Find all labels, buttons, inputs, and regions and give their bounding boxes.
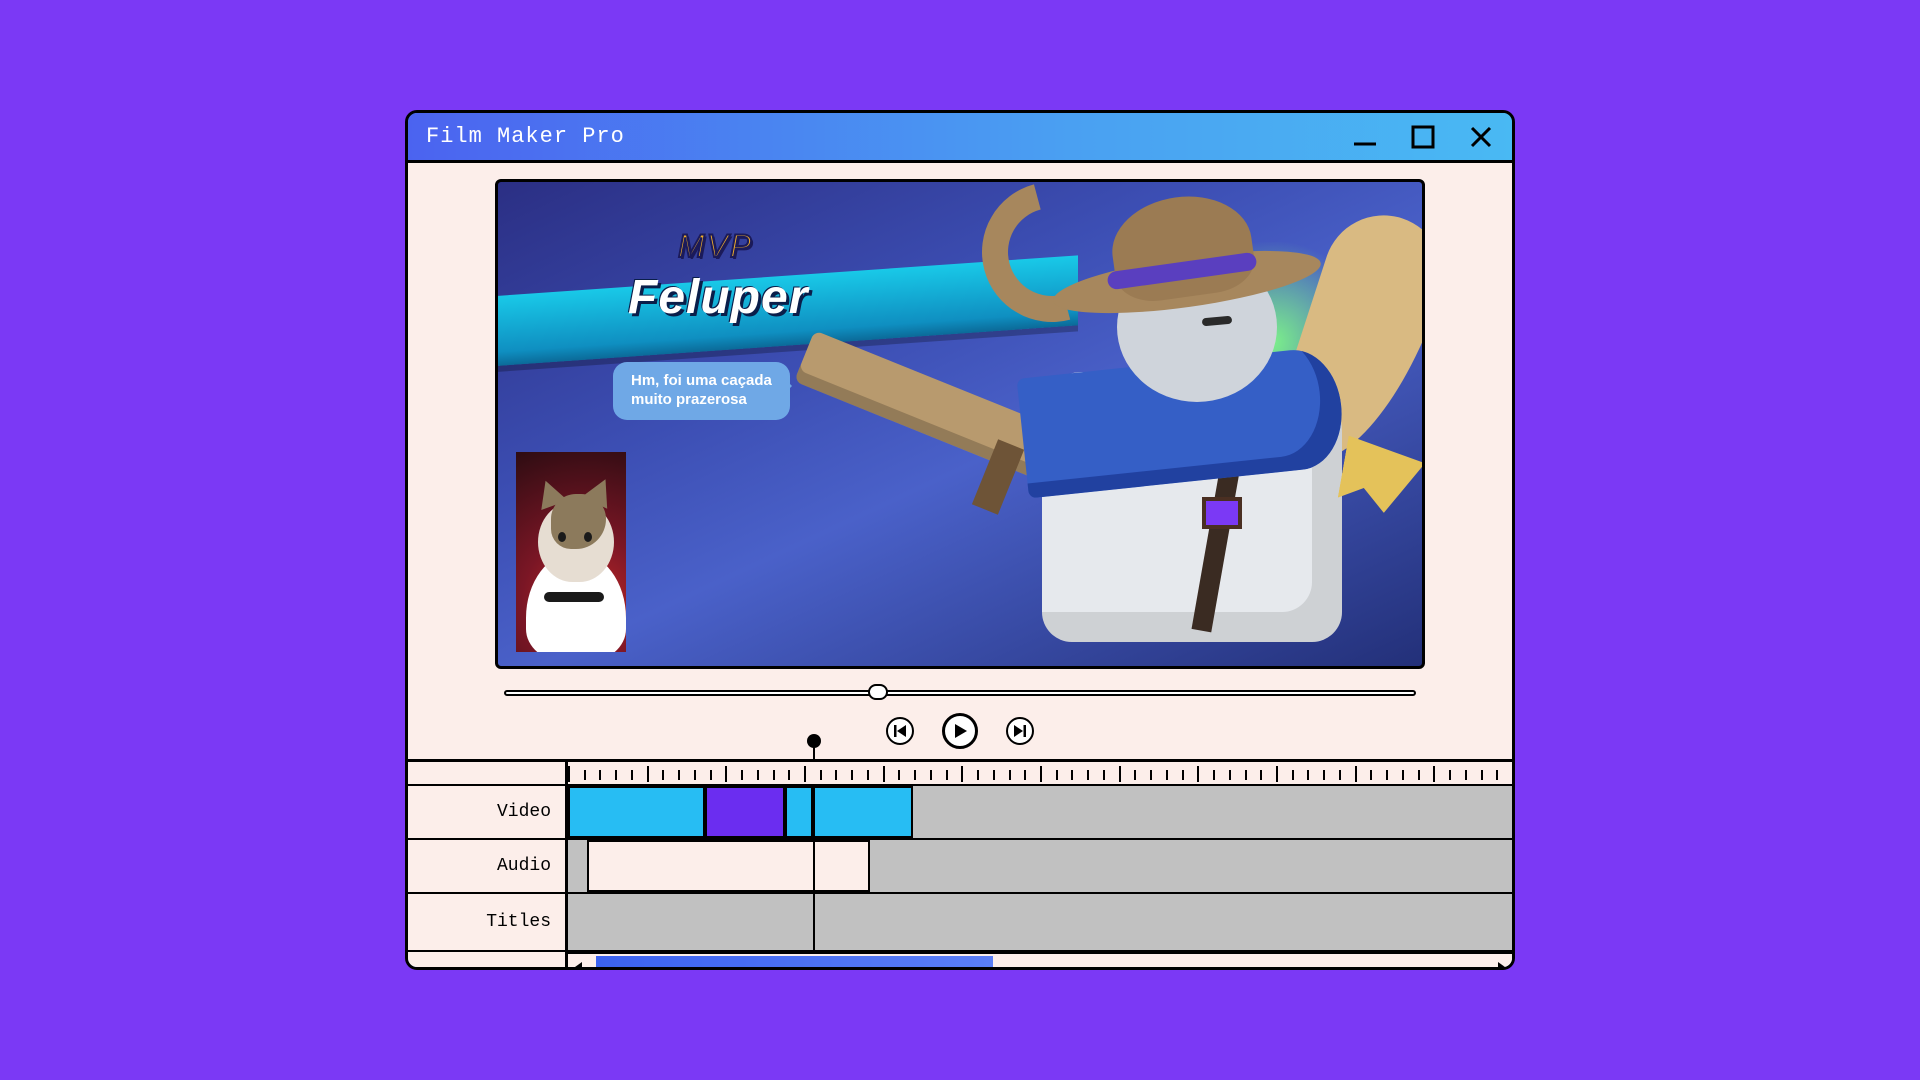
clip[interactable] — [785, 786, 813, 838]
chevron-left-icon — [573, 961, 585, 970]
track-row-audio: Audio — [408, 840, 1512, 894]
track-row-titles: Titles — [408, 894, 1512, 952]
scrub-handle[interactable] — [868, 684, 888, 700]
playhead-line[interactable] — [813, 840, 815, 892]
chevron-right-icon — [1495, 961, 1507, 970]
track-label-video: Video — [408, 786, 568, 838]
preview-area: MVP Feluper Hm, foi uma caçada muito pra… — [408, 163, 1512, 762]
content: MVP Feluper Hm, foi uma caçada muito pra… — [408, 163, 1512, 967]
track-label-titles: Titles — [408, 894, 568, 950]
track-label-audio: Audio — [408, 840, 568, 892]
skip-back-icon — [893, 724, 907, 738]
titles-track[interactable] — [568, 894, 1512, 950]
player-name: Feluper — [628, 270, 808, 325]
speech-bubble: Hm, foi uma caçada muito prazerosa — [613, 362, 790, 420]
facecam-overlay — [516, 452, 626, 652]
app-title: Film Maker Pro — [426, 124, 625, 149]
mvp-label: MVP — [678, 228, 753, 265]
clip[interactable] — [813, 786, 912, 838]
timeline-panel: Video Audio Titles — [408, 762, 1512, 970]
app-window: Film Maker Pro MVP Feluper Hm, foi uma c… — [405, 110, 1515, 970]
video-track[interactable] — [568, 786, 1512, 838]
audio-track[interactable] — [568, 840, 1512, 892]
character-art — [802, 179, 1425, 669]
close-button[interactable] — [1468, 124, 1494, 150]
transport-controls — [886, 713, 1034, 749]
preview-scrubber[interactable] — [504, 685, 1416, 701]
minimize-button[interactable] — [1352, 124, 1378, 150]
titlebar[interactable]: Film Maker Pro — [408, 113, 1512, 163]
preview-monitor[interactable]: MVP Feluper Hm, foi uma caçada muito pra… — [495, 179, 1425, 669]
track-row-video: Video — [408, 786, 1512, 840]
maximize-button[interactable] — [1410, 124, 1436, 150]
ruler-label-spacer — [408, 762, 568, 784]
prev-frame-button[interactable] — [886, 717, 914, 745]
play-button[interactable] — [942, 713, 978, 749]
speech-line-1: Hm, foi uma caçada — [631, 372, 772, 389]
hscroll-label-spacer — [408, 952, 568, 970]
timeline-ruler-row — [408, 762, 1512, 786]
timeline-ruler[interactable] — [568, 762, 1512, 784]
play-icon — [952, 723, 968, 739]
speech-line-2: muito prazerosa — [631, 391, 747, 408]
next-frame-button[interactable] — [1006, 717, 1034, 745]
hscroll-left-button[interactable] — [568, 954, 590, 970]
clip[interactable] — [587, 840, 870, 892]
hscroll-thumb[interactable] — [596, 956, 992, 970]
minimize-icon — [1352, 124, 1378, 150]
timeline-hscroll-row — [408, 952, 1512, 970]
hscroll-right-button[interactable] — [1490, 954, 1512, 970]
playhead-line[interactable] — [813, 786, 815, 838]
clip[interactable] — [705, 786, 785, 838]
clip[interactable] — [568, 786, 705, 838]
timeline-hscroll[interactable] — [568, 952, 1512, 970]
scrub-track[interactable] — [504, 690, 1416, 696]
maximize-icon — [1410, 124, 1436, 150]
playhead-line[interactable] — [813, 894, 815, 950]
close-icon — [1468, 124, 1494, 150]
skip-forward-icon — [1013, 724, 1027, 738]
